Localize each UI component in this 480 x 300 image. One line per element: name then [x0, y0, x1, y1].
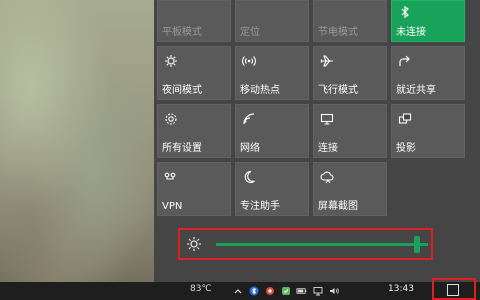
tile-label: 所有设置 [162, 143, 202, 154]
monitor-tray-icon[interactable] [312, 285, 323, 296]
night-light-icon [163, 54, 179, 68]
tile-label: 夜间模式 [162, 85, 202, 96]
tile-focus-assist[interactable]: 专注助手 [235, 162, 309, 216]
project-icon [397, 112, 413, 126]
brightness-control [178, 228, 433, 260]
vpn-icon [163, 170, 179, 184]
tile-screen-snip[interactable]: 屏幕截图 [313, 162, 387, 216]
tile-location[interactable]: 定位 [235, 0, 309, 42]
tile-label: 未连接 [396, 27, 426, 38]
tile-label: 屏幕截图 [318, 201, 358, 212]
tile-nearby-share[interactable]: 就近共享 [391, 46, 465, 100]
desktop-wallpaper [0, 0, 154, 282]
network-icon [241, 112, 257, 126]
system-tray [232, 285, 339, 296]
settings-gear-icon [163, 112, 179, 126]
app-tray-icon[interactable] [264, 285, 275, 296]
battery-tray-icon[interactable] [296, 285, 307, 296]
tile-label: 就近共享 [396, 85, 436, 96]
tile-project[interactable]: 投影 [391, 104, 465, 158]
tile-vpn[interactable]: VPN [157, 162, 231, 216]
tile-label: 平板模式 [162, 27, 202, 38]
notification-icon [447, 284, 459, 296]
tile-airplane-mode[interactable]: 飞行模式 [313, 46, 387, 100]
app-tray-icon-2[interactable] [280, 285, 291, 296]
brightness-sun-icon [186, 236, 202, 252]
tile-label: VPN [162, 201, 183, 212]
quick-actions-grid: 平板模式 定位 节电模式 未连接 夜间模式 移动热点 飞行模式 就近共享 所有设… [157, 0, 465, 216]
tile-label: 投影 [396, 143, 416, 154]
tile-all-settings[interactable]: 所有设置 [157, 104, 231, 158]
focus-assist-icon [241, 170, 257, 184]
tile-tablet-mode[interactable]: 平板模式 [157, 0, 231, 42]
tile-night-light[interactable]: 夜间模式 [157, 46, 231, 100]
connect-icon [319, 112, 335, 126]
volume-icon[interactable] [328, 285, 339, 296]
cpu-temperature: 83℃ [190, 284, 212, 294]
taskbar: 83℃ 13:43 [0, 282, 480, 300]
tile-bluetooth[interactable]: 未连接 [391, 0, 465, 42]
tile-mobile-hotspot[interactable]: 移动热点 [235, 46, 309, 100]
bluetooth-icon [397, 5, 413, 19]
bluetooth-tray-icon[interactable] [248, 285, 259, 296]
brightness-slider-thumb[interactable] [414, 236, 421, 253]
mobile-hotspot-icon [241, 54, 257, 68]
brightness-slider-track[interactable] [216, 243, 428, 246]
tile-label: 飞行模式 [318, 85, 358, 96]
tile-connect[interactable]: 连接 [313, 104, 387, 158]
action-center-button[interactable] [432, 278, 476, 300]
nearby-share-icon [397, 54, 413, 68]
screen-snip-icon [319, 170, 335, 184]
tile-network[interactable]: 网络 [235, 104, 309, 158]
tile-label: 定位 [240, 27, 260, 38]
tile-label: 节电模式 [318, 27, 358, 38]
tile-label: 专注助手 [240, 201, 280, 212]
tile-label: 连接 [318, 143, 338, 154]
tile-label: 移动热点 [240, 85, 280, 96]
airplane-icon [319, 54, 335, 68]
clock-time[interactable]: 13:43 [388, 284, 414, 294]
tile-battery-saver[interactable]: 节电模式 [313, 0, 387, 42]
chevron-up-icon[interactable] [232, 285, 243, 296]
tile-label: 网络 [240, 143, 260, 154]
